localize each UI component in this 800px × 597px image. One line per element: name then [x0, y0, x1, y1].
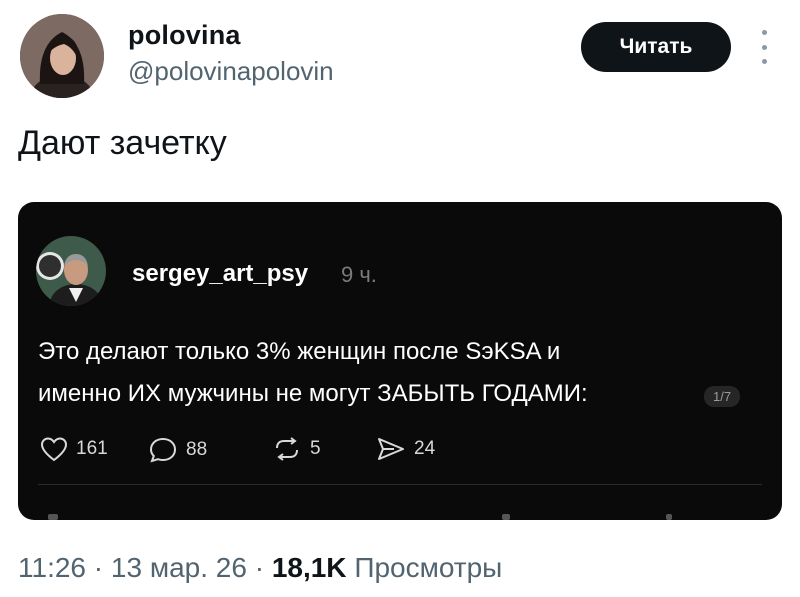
like-count: 161	[76, 438, 108, 459]
reply-count: 88	[186, 439, 208, 460]
repost-icon	[276, 437, 298, 461]
paper-plane-icon	[378, 438, 404, 460]
embedded-post-time: 9 ч.	[341, 262, 377, 287]
like-stat: 161	[40, 436, 108, 462]
repost-count: 5	[310, 438, 321, 459]
share-stat: 24	[376, 436, 435, 462]
tweet: polovina @polovinapolovin Читать Дают за…	[0, 0, 800, 597]
share-count: 24	[414, 438, 436, 459]
tweet-meta: 11:26 · 13 мар. 26 · 18,1K Просмотры	[18, 552, 503, 583]
views-label: Просмотры	[354, 552, 503, 583]
embedded-post-username: sergey_art_psy	[132, 260, 309, 287]
vertical-dots-icon	[761, 30, 767, 35]
embedded-post-text-line-2: именно ИХ мужчины не могут ЗАБЫТЬ ГОДАМИ…	[38, 380, 588, 407]
speech-bubble-icon	[149, 437, 177, 463]
heart-icon	[40, 437, 68, 462]
embedded-post-image[interactable]: sergey_art_psy 9 ч. Это делают только 3%…	[18, 202, 782, 520]
reply-stat: 88	[148, 436, 207, 464]
page-indicator: 1/7	[704, 386, 741, 407]
author-avatar[interactable]	[20, 14, 104, 98]
tweet-time[interactable]: 11:26	[18, 552, 86, 583]
more-options-button[interactable]	[756, 30, 772, 64]
tweet-date[interactable]: 13 мар. 26	[111, 552, 247, 583]
follow-button[interactable]: Читать	[581, 22, 731, 72]
card-divider	[38, 484, 762, 485]
embedded-post-avatar	[36, 236, 106, 306]
embedded-post-text-line-1: Это делают только 3% женщин после SэKSA …	[38, 338, 561, 365]
card-cropped-content	[48, 514, 58, 520]
author-name[interactable]: polovina	[128, 20, 241, 51]
repost-stat: 5	[272, 436, 321, 462]
tweet-text: Дают зачетку	[18, 124, 227, 162]
author-handle[interactable]: @polovinapolovin	[128, 56, 334, 87]
views-count: 18,1K	[271, 552, 347, 583]
